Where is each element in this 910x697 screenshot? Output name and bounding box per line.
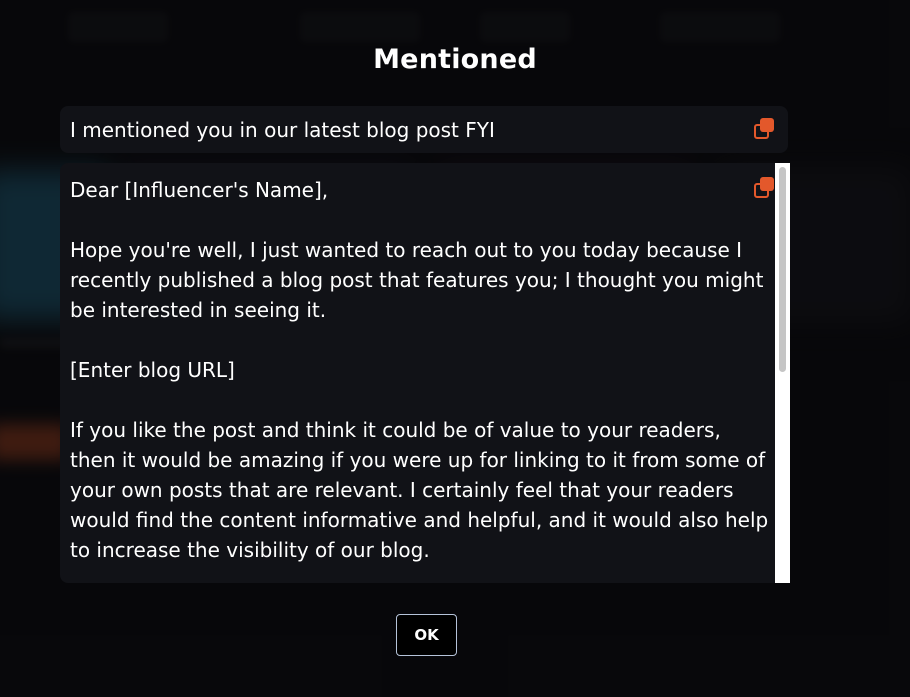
ok-button[interactable]: OK: [396, 614, 457, 656]
email-body-text: Dear [Influencer's Name], Hope you're we…: [70, 175, 770, 565]
copy-body-button[interactable]: [753, 177, 777, 201]
scrollbar-thumb[interactable]: [779, 167, 786, 372]
subject-text: I mentioned you in our latest blog post …: [70, 117, 495, 142]
subject-field: I mentioned you in our latest blog post …: [60, 106, 788, 153]
email-greeting: Dear [Influencer's Name],: [70, 178, 329, 202]
email-paragraph: Hope you're well, I just wanted to reach…: [70, 238, 764, 322]
email-url-placeholder: [Enter blog URL]: [70, 358, 235, 382]
email-paragraph: If you like the post and think it could …: [70, 418, 769, 562]
modal-title: Mentioned: [373, 44, 537, 75]
scrollbar[interactable]: [775, 163, 790, 583]
email-body-field[interactable]: Dear [Influencer's Name], Hope you're we…: [60, 163, 790, 583]
copy-subject-button[interactable]: [753, 118, 777, 142]
